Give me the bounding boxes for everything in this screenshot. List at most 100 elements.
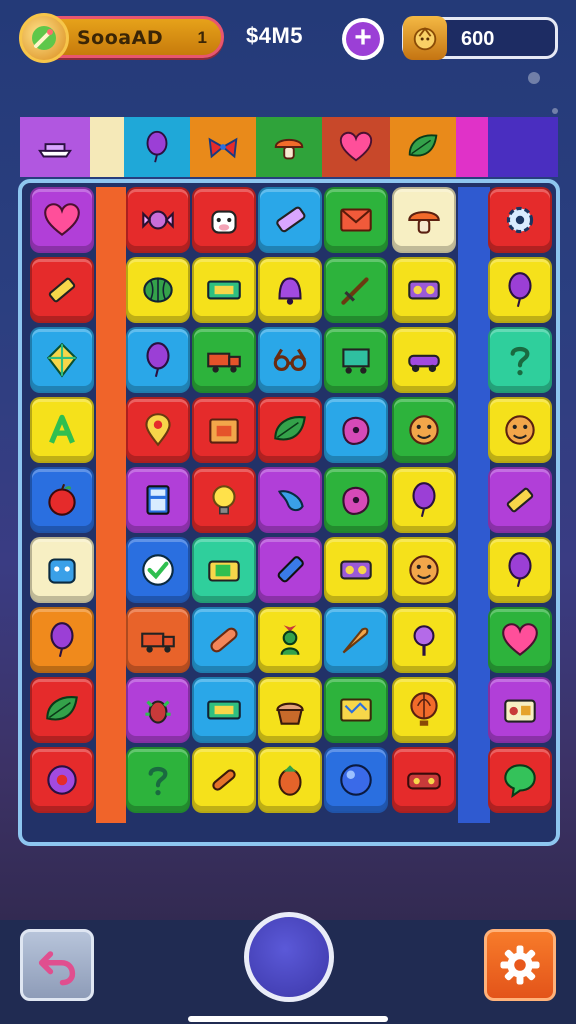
board-tile[interactable] bbox=[30, 747, 94, 813]
ticket-icon bbox=[207, 700, 241, 720]
board-tile[interactable] bbox=[488, 747, 552, 813]
board-tile[interactable] bbox=[30, 607, 94, 673]
coin-icon bbox=[403, 16, 447, 60]
board-tile[interactable] bbox=[324, 747, 388, 813]
board-tile[interactable] bbox=[324, 537, 388, 603]
ship-icon bbox=[38, 143, 72, 158]
board-tile[interactable] bbox=[324, 327, 388, 393]
board-tile[interactable] bbox=[258, 747, 322, 813]
board-tile[interactable] bbox=[488, 677, 552, 743]
background-sparkle bbox=[528, 72, 540, 84]
board-tile[interactable] bbox=[258, 607, 322, 673]
board-tile[interactable] bbox=[192, 677, 256, 743]
cart-icon bbox=[342, 348, 370, 374]
board-tile[interactable] bbox=[30, 257, 94, 323]
shelf-slot bbox=[190, 117, 256, 177]
shelf-slot bbox=[456, 117, 488, 177]
envelope-icon bbox=[340, 208, 372, 232]
wand-icon bbox=[32, 26, 56, 50]
board-tile[interactable] bbox=[192, 187, 256, 253]
board-tile[interactable] bbox=[30, 467, 94, 533]
board-tile[interactable] bbox=[126, 257, 190, 323]
board-tile[interactable] bbox=[192, 467, 256, 533]
board-tile[interactable] bbox=[192, 607, 256, 673]
map-icon bbox=[340, 698, 372, 722]
board-tile[interactable] bbox=[392, 397, 456, 463]
board-tile[interactable] bbox=[258, 467, 322, 533]
board-tile[interactable] bbox=[126, 187, 190, 253]
shelf-slot bbox=[20, 117, 90, 177]
board-tile[interactable] bbox=[192, 747, 256, 813]
player-name: SooaAD bbox=[77, 27, 164, 49]
board-tile[interactable] bbox=[392, 327, 456, 393]
bone-icon bbox=[212, 769, 236, 791]
board-tile[interactable] bbox=[192, 327, 256, 393]
board-tile[interactable] bbox=[392, 257, 456, 323]
board-tile[interactable] bbox=[488, 537, 552, 603]
board-tile[interactable] bbox=[126, 467, 190, 533]
board-tile[interactable] bbox=[30, 397, 94, 463]
board-tile[interactable] bbox=[392, 677, 456, 743]
car-icon bbox=[408, 354, 440, 373]
collection-shelf bbox=[20, 117, 558, 177]
board-tile[interactable] bbox=[392, 607, 456, 673]
blob-icon bbox=[342, 416, 370, 445]
board-tile[interactable] bbox=[392, 187, 456, 253]
board-tile[interactable] bbox=[258, 397, 322, 463]
board-tile[interactable] bbox=[30, 327, 94, 393]
board-tile[interactable] bbox=[392, 747, 456, 813]
board-tile[interactable] bbox=[126, 607, 190, 673]
avatar[interactable] bbox=[19, 13, 69, 63]
board-tile[interactable] bbox=[488, 607, 552, 673]
crayon-icon bbox=[277, 556, 304, 583]
mushroom-icon bbox=[274, 138, 304, 160]
board-tile[interactable] bbox=[392, 467, 456, 533]
board-tile[interactable] bbox=[126, 397, 190, 463]
board-tile[interactable] bbox=[488, 327, 552, 393]
board-tile[interactable] bbox=[324, 187, 388, 253]
add-currency-button[interactable]: + bbox=[342, 18, 384, 60]
settings-button[interactable] bbox=[484, 929, 556, 1001]
question-icon bbox=[148, 766, 168, 796]
cow-icon bbox=[211, 210, 237, 234]
acorn-icon bbox=[278, 765, 302, 796]
board-tile[interactable] bbox=[126, 537, 190, 603]
undo-button[interactable] bbox=[20, 929, 94, 1001]
shuffle-button[interactable] bbox=[244, 912, 334, 1002]
board-tile[interactable] bbox=[488, 397, 552, 463]
board-tile[interactable] bbox=[392, 537, 456, 603]
leaf-icon bbox=[46, 696, 78, 721]
board-tile[interactable] bbox=[324, 607, 388, 673]
board-tile[interactable] bbox=[30, 537, 94, 603]
coin-counter[interactable]: 600 bbox=[402, 16, 558, 60]
board-tile[interactable] bbox=[192, 257, 256, 323]
kite-icon bbox=[46, 342, 78, 378]
board-tile[interactable] bbox=[30, 677, 94, 743]
board-tile[interactable] bbox=[126, 677, 190, 743]
candy-icon bbox=[142, 210, 174, 230]
board-tile[interactable] bbox=[488, 187, 552, 253]
board-tile[interactable] bbox=[324, 397, 388, 463]
board-tile[interactable] bbox=[488, 257, 552, 323]
board-tile[interactable] bbox=[258, 187, 322, 253]
board-tile[interactable] bbox=[258, 677, 322, 743]
bell-icon bbox=[278, 277, 302, 305]
board-tile[interactable] bbox=[488, 467, 552, 533]
carrot-icon bbox=[342, 627, 369, 654]
profile-pill[interactable]: SooaAD 1 bbox=[19, 13, 224, 63]
board-tile[interactable] bbox=[324, 677, 388, 743]
ticket-icon bbox=[207, 280, 241, 300]
bandage-icon bbox=[210, 627, 238, 653]
board-tile[interactable] bbox=[258, 257, 322, 323]
board-tile[interactable] bbox=[192, 537, 256, 603]
board-tile[interactable] bbox=[126, 327, 190, 393]
heart-icon bbox=[44, 203, 80, 237]
board-tile[interactable] bbox=[258, 327, 322, 393]
letter-a-icon bbox=[49, 414, 75, 444]
board-tile[interactable] bbox=[192, 397, 256, 463]
board-tile[interactable] bbox=[324, 467, 388, 533]
board-tile[interactable] bbox=[324, 257, 388, 323]
board-tile[interactable] bbox=[258, 537, 322, 603]
board-tile[interactable] bbox=[30, 187, 94, 253]
board-tile[interactable] bbox=[126, 747, 190, 813]
